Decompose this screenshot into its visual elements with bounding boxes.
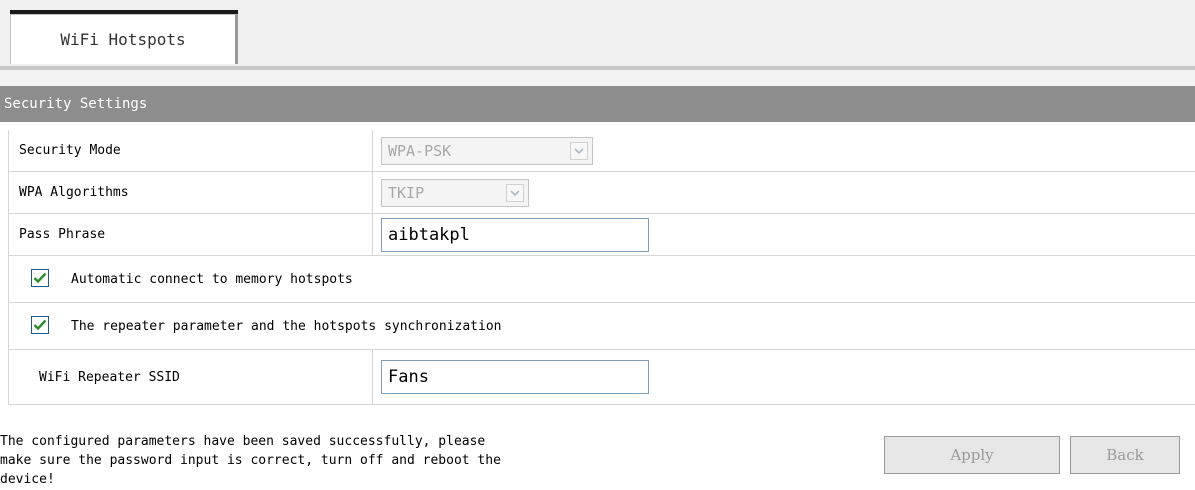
security-mode-label: Security Mode [19,143,121,158]
section-title: Security Settings [4,96,148,112]
pass-phrase-row: Pass Phrase [9,214,1195,256]
column-divider [372,172,373,213]
pass-phrase-label: Pass Phrase [19,227,106,242]
repeater-ssid-input[interactable] [381,360,649,394]
repeater-sync-label: The repeater parameter and the hotspots … [71,318,502,334]
column-divider [372,350,373,404]
wpa-algorithms-select[interactable]: TKIP [381,178,529,207]
repeater-ssid-label: WiFi Repeater SSID [39,369,180,385]
repeater-sync-checkbox[interactable] [31,316,49,334]
security-mode-value: WPA-PSK [388,141,452,160]
apply-button[interactable]: Apply [884,436,1060,474]
repeater-sync-row: The repeater parameter and the hotspots … [9,303,1195,350]
check-icon [33,272,47,284]
status-message: The configured parameters have been save… [0,434,501,487]
security-mode-select[interactable]: WPA-PSK [381,136,593,165]
pass-phrase-input[interactable] [381,217,649,252]
auto-connect-checkbox[interactable] [31,269,49,287]
chevron-down-icon [570,141,588,160]
section-header: Security Settings [0,86,1195,122]
wpa-algorithms-label: WPA Algorithms [19,185,129,200]
repeater-ssid-row: WiFi Repeater SSID [9,350,1195,405]
tab-wifi-hotspots[interactable]: WiFi Hotspots [10,14,238,64]
column-divider [372,214,373,255]
spacer [0,70,1195,86]
auto-connect-label: Automatic connect to memory hotspots [71,271,353,287]
wpa-algorithms-value: TKIP [388,183,425,202]
back-button[interactable]: Back [1070,436,1180,474]
wpa-algorithms-row: WPA Algorithms TKIP [9,172,1195,214]
security-form: Security Mode WPA-PSK WPA Algorithms TKI… [8,130,1195,405]
column-divider [372,130,373,171]
auto-connect-row: Automatic connect to memory hotspots [9,256,1195,303]
chevron-down-icon [506,183,524,202]
security-mode-row: Security Mode WPA-PSK [9,130,1195,172]
check-icon [33,319,47,331]
tab-label: WiFi Hotspots [60,30,186,49]
